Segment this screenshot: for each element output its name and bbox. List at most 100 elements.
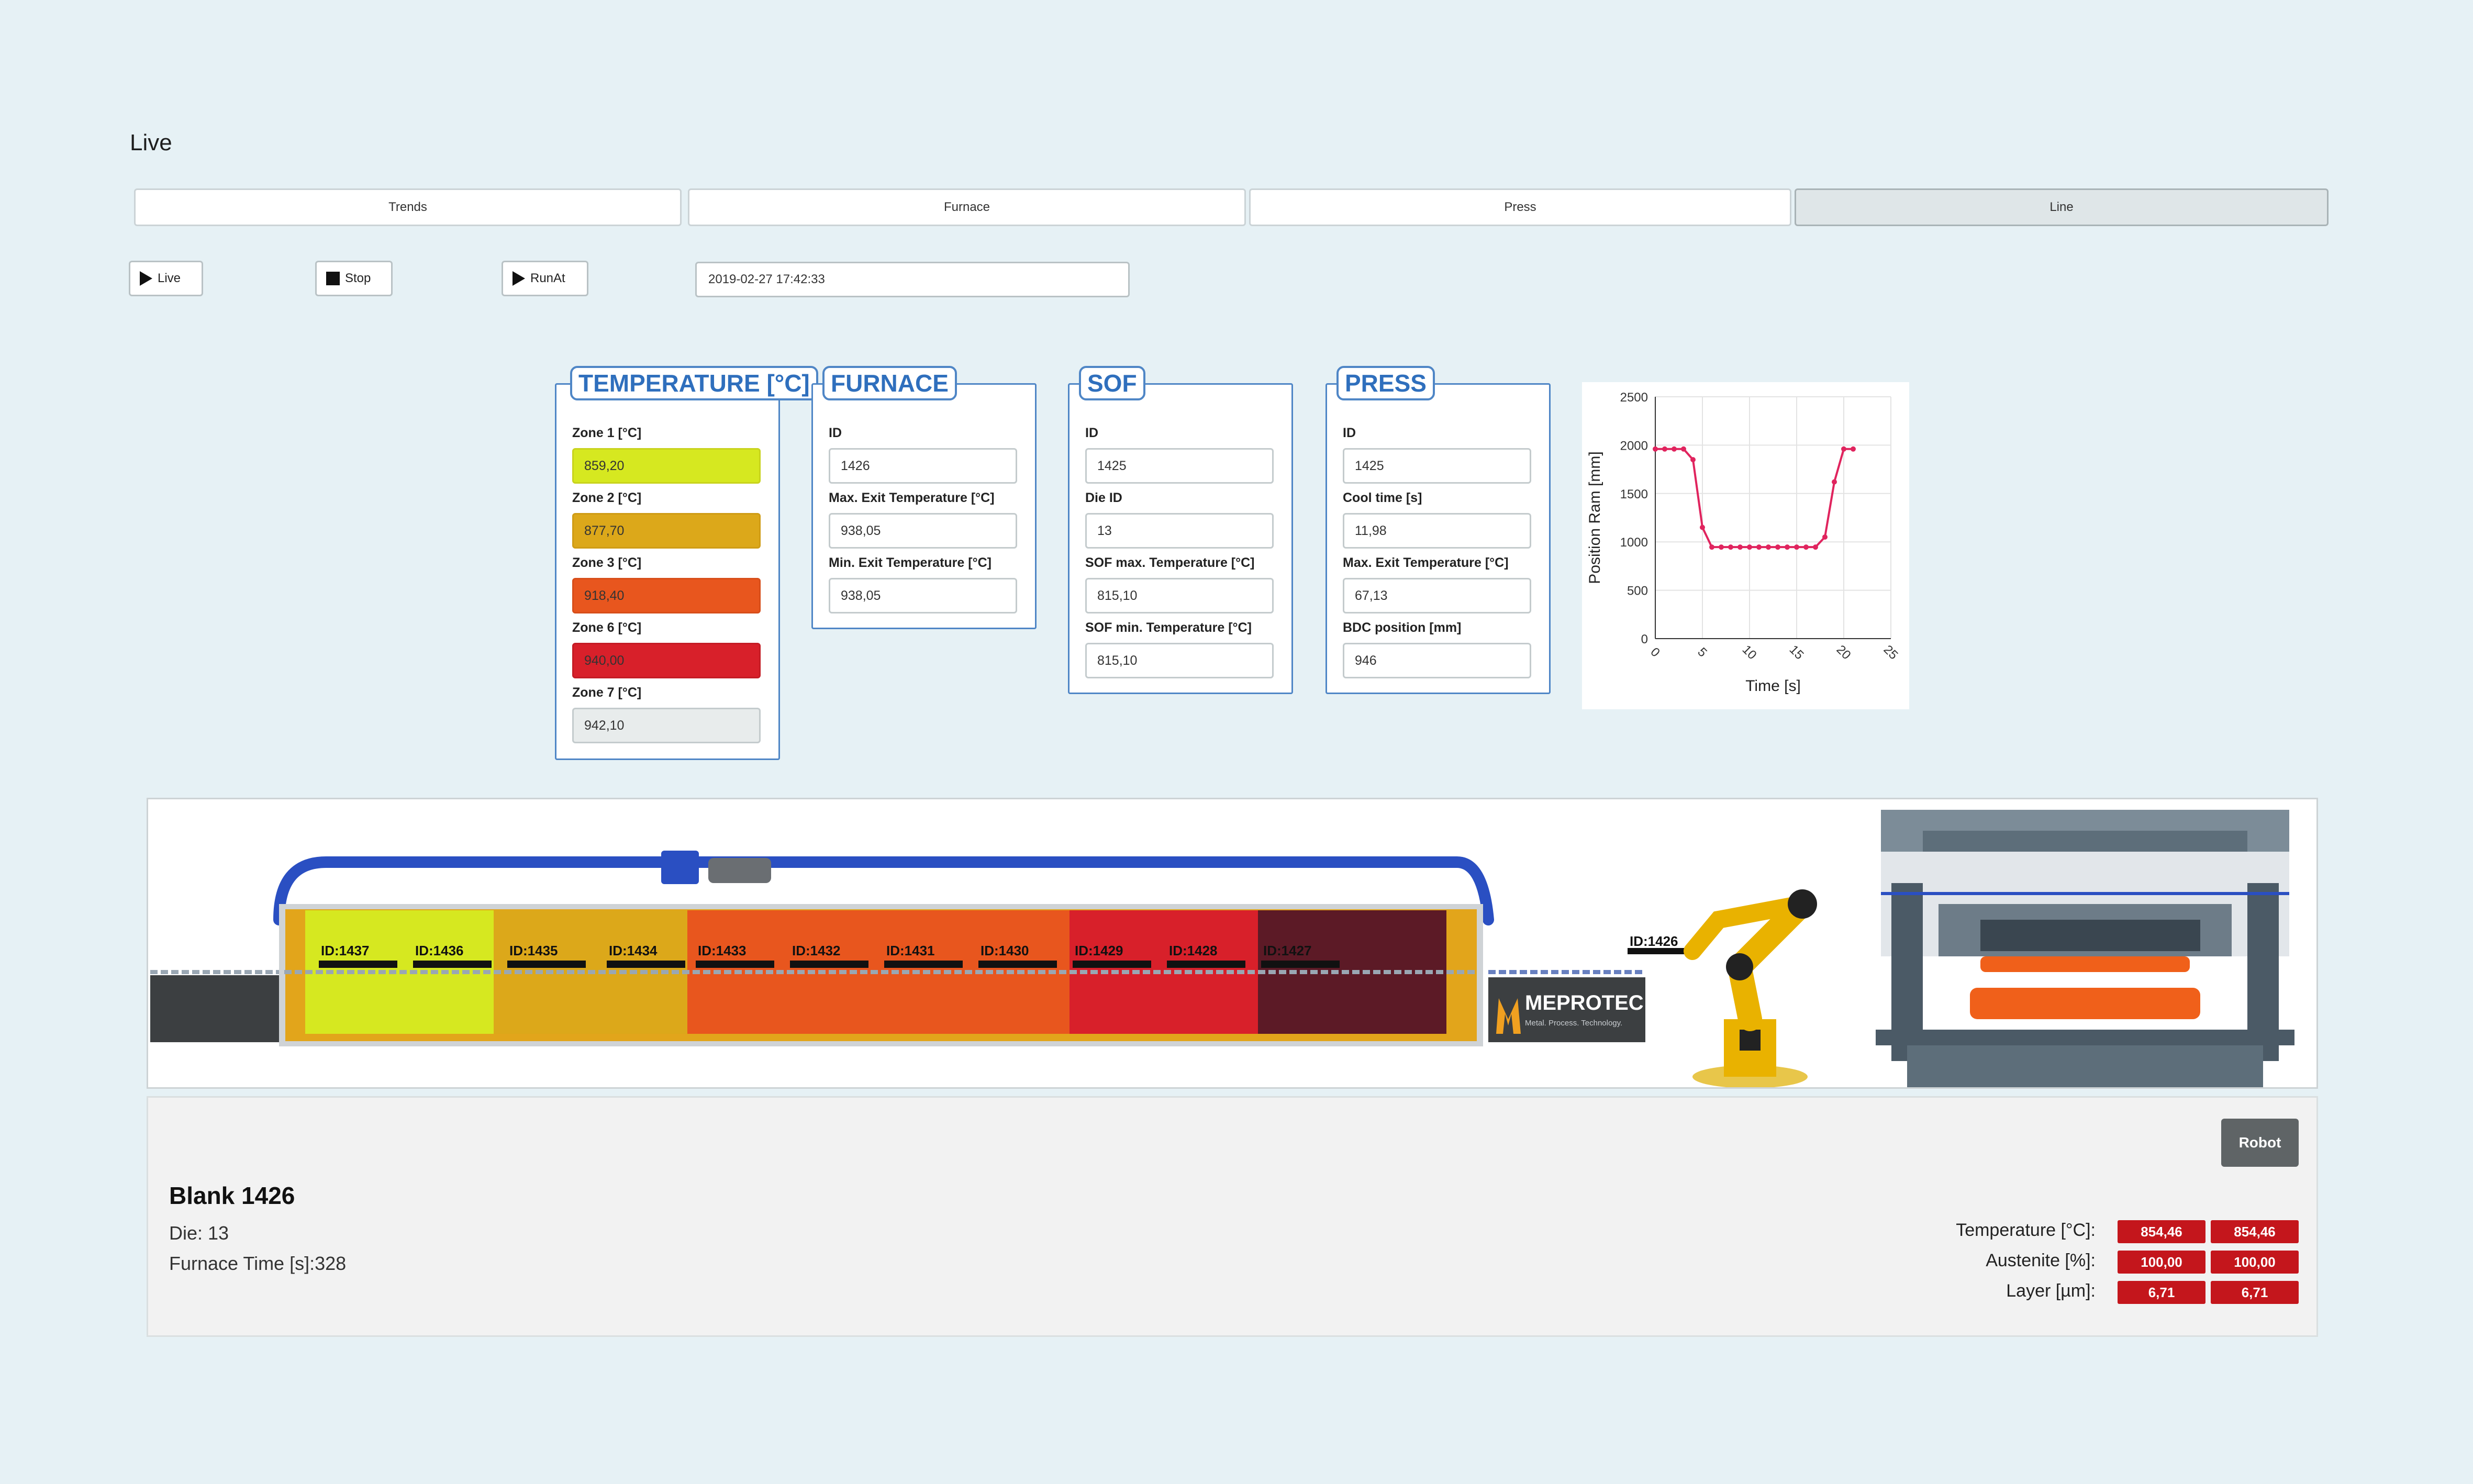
ram-position-point	[1700, 525, 1705, 530]
furnace-blank-id: ID:1436	[415, 943, 464, 958]
ram-position-point	[1766, 544, 1771, 550]
transfer-carriage	[661, 851, 699, 884]
ram-position-point	[1719, 544, 1724, 550]
sof-panel-title: SOF	[1079, 366, 1145, 400]
furnace-blank-id: ID:1429	[1075, 943, 1123, 958]
furnace-blank-bar	[790, 961, 868, 968]
zone-2-field: Zone 2 [°C] 877,70	[572, 490, 761, 549]
furnace-min-exit-value: 938,05	[829, 578, 1017, 613]
press-max-exit-field: Max. Exit Temperature [°C] 67,13	[1343, 555, 1531, 613]
ram-position-point	[1822, 534, 1828, 540]
play-icon	[140, 271, 152, 286]
press-id-label: ID	[1343, 426, 1356, 440]
ram-position-point	[1813, 544, 1818, 550]
furnace-id-value: 1426	[829, 448, 1017, 484]
zone-2-value: 877,70	[572, 513, 761, 549]
runat-button[interactable]: RunAt	[502, 261, 588, 296]
furnace-blank-bar	[978, 961, 1057, 968]
ram-position-point	[1785, 544, 1790, 550]
zone-3-value: 918,40	[572, 578, 761, 613]
furnace-blank-id: ID:1427	[1263, 943, 1312, 958]
ram-position-line	[1655, 448, 1853, 549]
ram-position-point	[1709, 544, 1714, 550]
press-id-value: 1425	[1343, 448, 1531, 484]
tab-furnace[interactable]: Furnace	[688, 188, 1246, 226]
sof-id-label: ID	[1085, 426, 1098, 440]
ram-position-chart: 0 500 1000 1500 2000 2500 0 5 10 15 20 25 Time [s] Po…	[1582, 382, 1909, 709]
live-button[interactable]: Live	[129, 261, 203, 296]
furnace-blank-bar	[1261, 961, 1340, 968]
furnace-min-exit-label: Min. Exit Temperature [°C]	[829, 555, 992, 570]
furnace-blank-id: ID:1432	[792, 943, 841, 958]
zone-1-field: Zone 1 [°C] 859,20	[572, 426, 761, 484]
zone-2-label: Zone 2 [°C]	[572, 490, 642, 505]
temperature-metric-value-2: 854,46	[2211, 1220, 2299, 1243]
ram-position-point	[1681, 446, 1686, 452]
furnace-blank-id: ID:1433	[698, 943, 747, 958]
sof-min-temp-value: 815,10	[1085, 643, 1274, 678]
press-cool-time-value: 11,98	[1343, 513, 1531, 549]
sof-id-value: 1425	[1085, 448, 1274, 484]
blank-title: Blank 1426	[169, 1182, 295, 1209]
y-tick-label: 0	[1641, 632, 1648, 646]
y-axis-label: Position Ram [mm]	[1586, 451, 1603, 584]
sof-panel: SOF ID 1425 Die ID 13 SOF max. Temperatu…	[1068, 366, 1293, 694]
zone-7-field: Zone 7 [°C] 942,10	[572, 685, 761, 743]
layer-metric-value-2: 6,71	[2211, 1281, 2299, 1304]
press-bdc-field: BDC position [mm] 946	[1343, 620, 1531, 678]
austenite-metric-label: Austenite [%]:	[1986, 1251, 2096, 1270]
press-machine	[1876, 810, 2294, 1087]
ram-position-point	[1728, 544, 1733, 550]
furnace-min-exit-field: Min. Exit Temperature [°C] 938,05	[829, 555, 1017, 613]
tab-line[interactable]: Line	[1795, 188, 2329, 226]
logo-subtext: Metal. Process. Technology.	[1525, 1019, 1622, 1028]
layer-metric-label: Layer [µm]:	[2006, 1281, 2096, 1301]
furnace-panel-title: FURNACE	[822, 366, 957, 400]
tab-press[interactable]: Press	[1249, 188, 1791, 226]
furnace-blank-bar	[413, 961, 492, 968]
temperature-panel-title: TEMPERATURE [°C]	[570, 366, 818, 400]
ram-position-point	[1747, 544, 1752, 550]
ram-position-point	[1841, 446, 1846, 452]
ram-position-point	[1756, 544, 1762, 550]
furnace-blank-bar	[696, 961, 774, 968]
ram-position-point	[1737, 544, 1743, 550]
robot-button[interactable]: Robot	[2221, 1119, 2299, 1167]
ram-position-chart-svg: 0 500 1000 1500 2000 2500 0 5 10 15 20 25 Time [s] Po…	[1586, 390, 1901, 695]
zone-1-label: Zone 1 [°C]	[572, 426, 642, 440]
furnace-max-exit-field: Max. Exit Temperature [°C] 938,05	[829, 490, 1017, 549]
furnace-blank-id: ID:1431	[886, 943, 935, 958]
ram-position-point	[1775, 544, 1780, 550]
zone-6-label: Zone 6 [°C]	[572, 620, 642, 635]
tab-trends[interactable]: Trends	[134, 188, 682, 226]
furnace-blank-bar	[507, 961, 586, 968]
press-max-exit-label: Max. Exit Temperature [°C]	[1343, 555, 1509, 570]
stop-button[interactable]: Stop	[315, 261, 393, 296]
transfer-motor	[708, 858, 771, 883]
play-icon	[513, 271, 525, 286]
zone-3-label: Zone 3 [°C]	[572, 555, 642, 570]
blank-furnace-time: Furnace Time [s]:328	[169, 1253, 347, 1274]
live-button-label: Live	[158, 271, 181, 285]
x-tick-label: 0	[1647, 645, 1663, 660]
furnace-blank-bar	[1073, 961, 1151, 968]
robot-arm: ID:1426	[1628, 889, 1817, 1087]
ram-position-point	[1794, 544, 1799, 550]
ram-position-point	[1672, 446, 1677, 452]
datetime-input[interactable]	[695, 262, 1130, 297]
runat-button-label: RunAt	[530, 271, 565, 285]
furnace-blank-id: ID:1435	[509, 943, 558, 958]
sof-max-temp-value: 815,10	[1085, 578, 1274, 613]
tab-bar: Trends Furnace Press Line	[134, 188, 2329, 226]
temperature-metric-label: Temperature [°C]:	[1956, 1220, 2096, 1240]
press-bdc-label: BDC position [mm]	[1343, 620, 1462, 635]
furnace-max-exit-label: Max. Exit Temperature [°C]	[829, 490, 995, 505]
ram-position-point	[1803, 544, 1809, 550]
press-panel-title: PRESS	[1336, 366, 1435, 400]
furnace-id-field: ID 1426	[829, 426, 1017, 484]
zone-1-value: 859,20	[572, 448, 761, 484]
press-panel: PRESS ID 1425 Cool time [s] 11,98 Max. E…	[1325, 366, 1551, 694]
sof-die-id-label: Die ID	[1085, 490, 1122, 505]
sof-die-id-value: 13	[1085, 513, 1274, 549]
sof-min-temp-field: SOF min. Temperature [°C] 815,10	[1085, 620, 1274, 678]
